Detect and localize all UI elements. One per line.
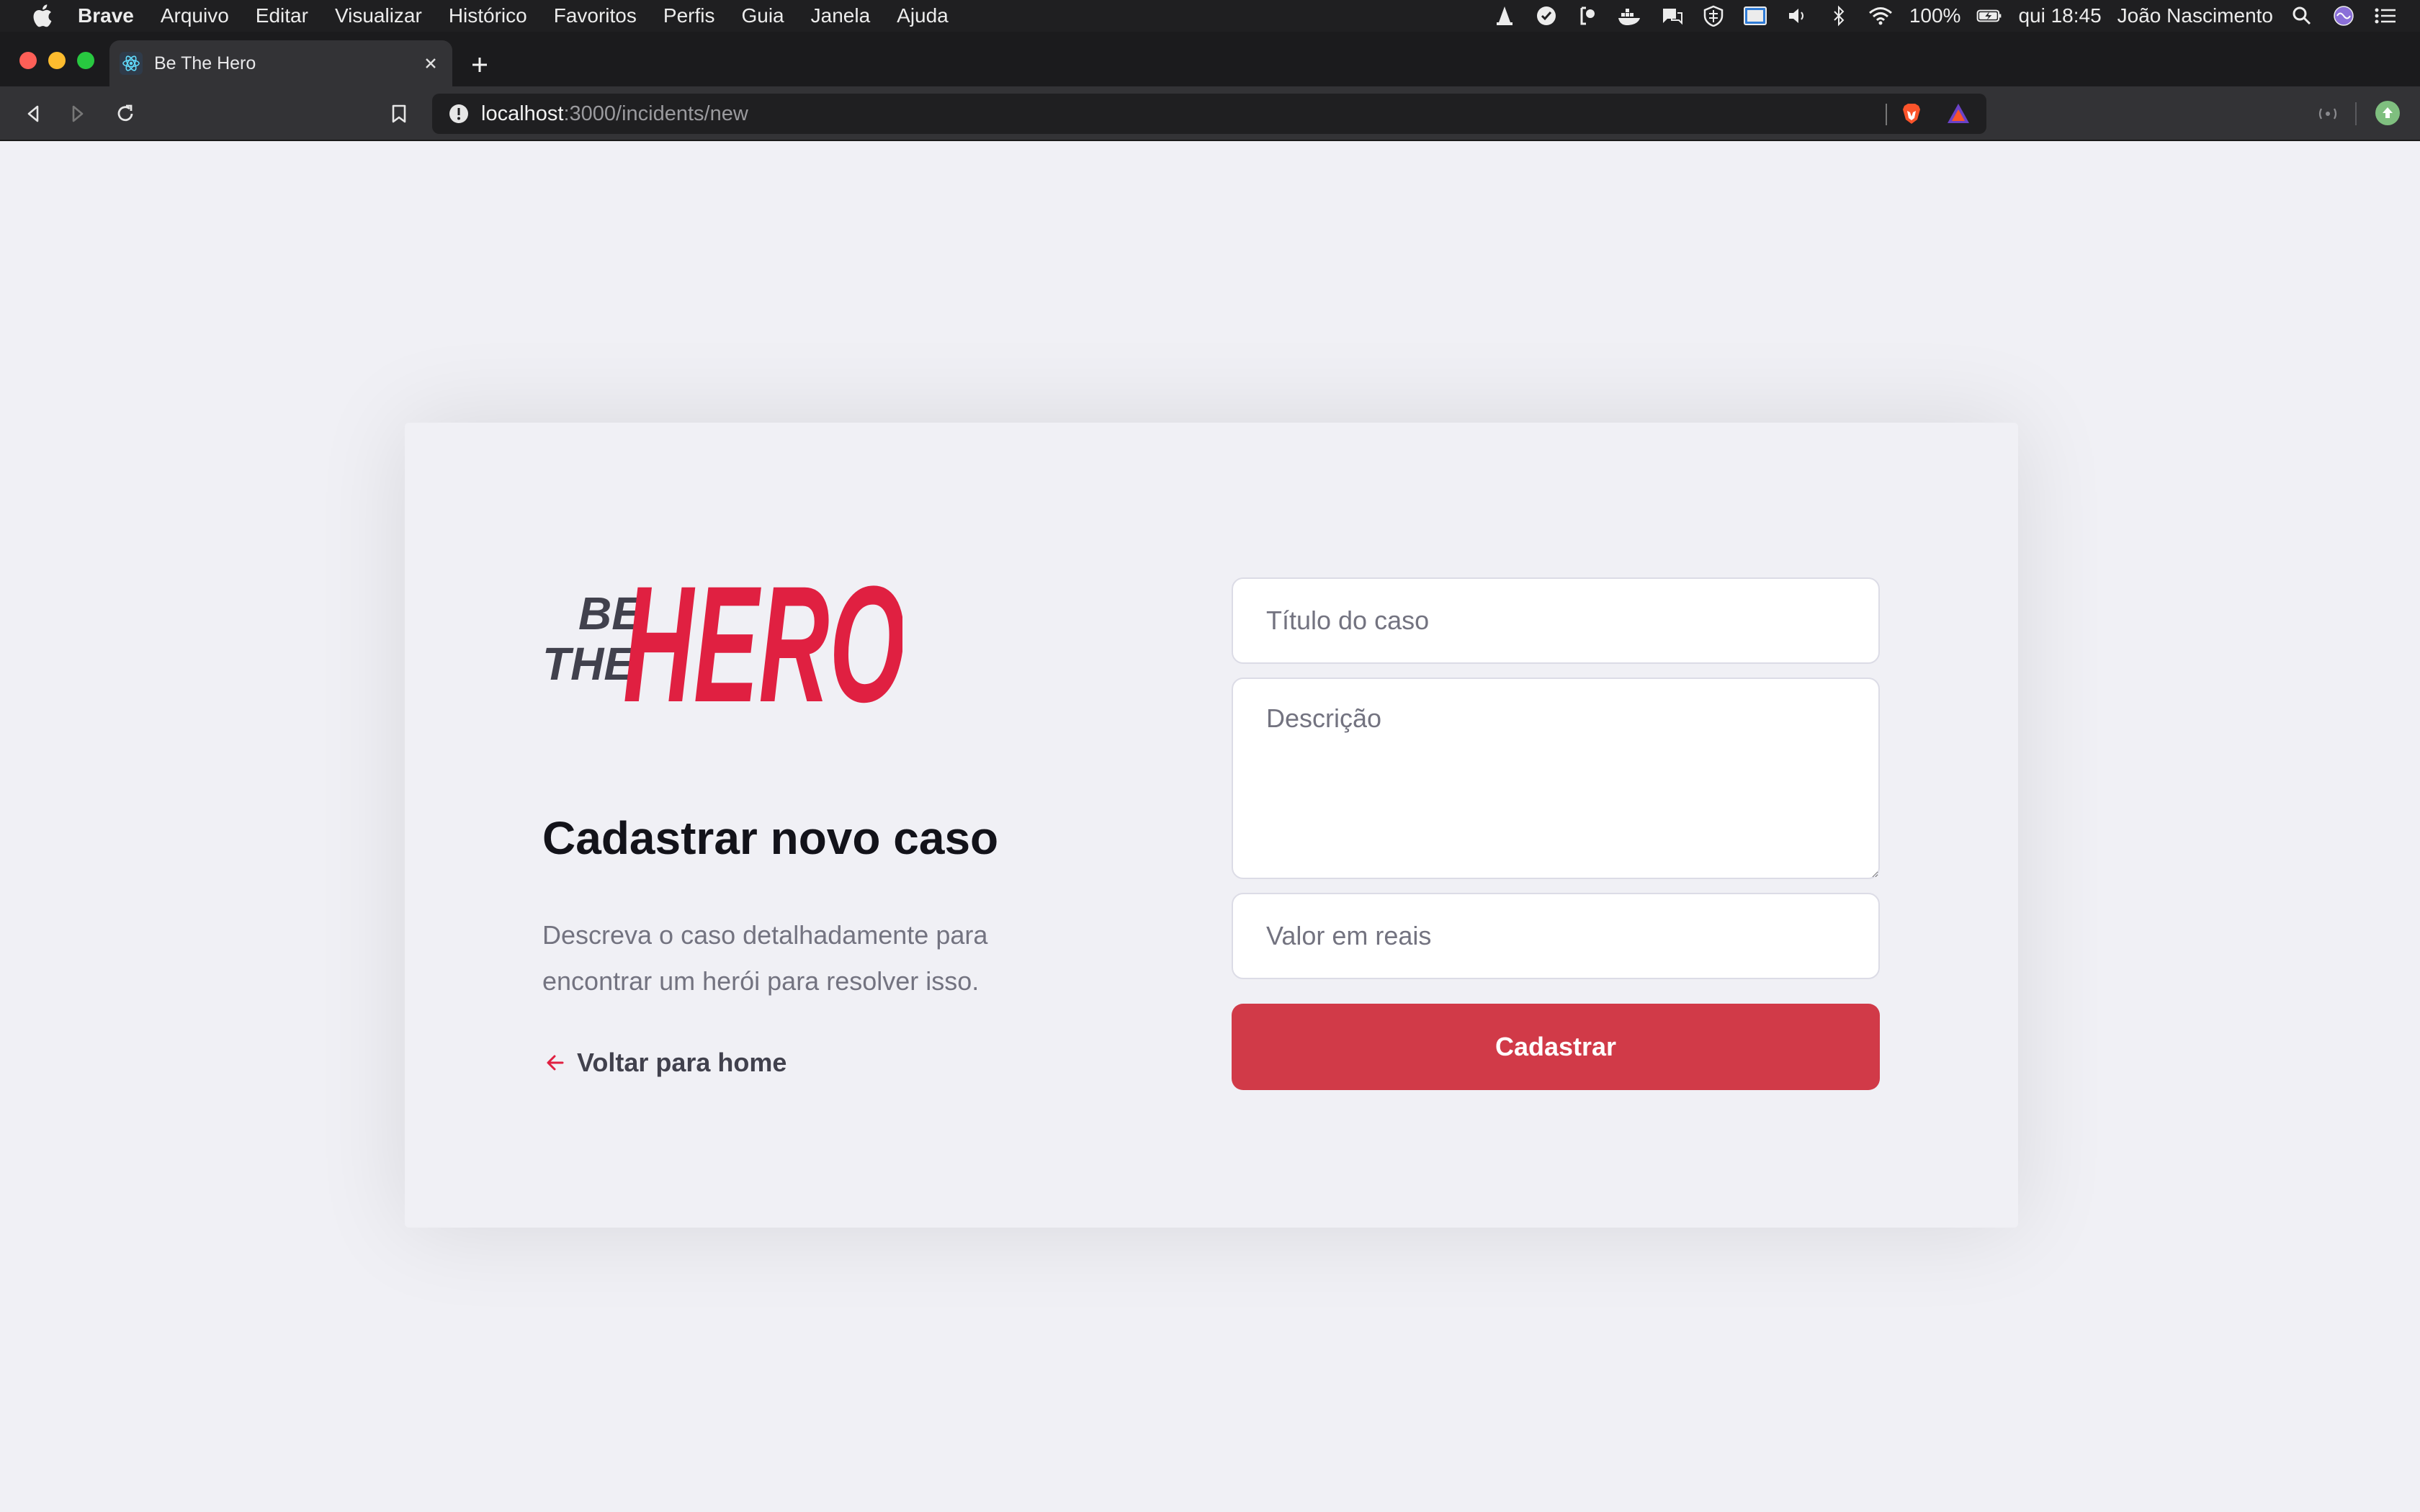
menu-guia[interactable]: Guia [741, 4, 784, 27]
page-description: Descreva o caso detalhadamente para enco… [542, 920, 988, 996]
case-description-textarea[interactable] [1232, 678, 1880, 879]
address-bar-divider [1886, 104, 1887, 125]
svg-text:HERO: HERO [623, 557, 902, 713]
bookmark-icon[interactable] [385, 99, 413, 128]
be-the-hero-logo: BE THE HERO [542, 557, 902, 713]
back-to-home-link[interactable]: Voltar para home [542, 1048, 786, 1078]
brave-shields-icon[interactable] [1900, 102, 1923, 125]
tab-title: Be The Hero [154, 53, 256, 73]
active-tab[interactable]: Be The Hero [109, 40, 452, 86]
page-title: Cadastrar novo caso [542, 812, 999, 864]
notification-center-icon[interactable] [2372, 5, 2398, 27]
toolbar-divider [2355, 102, 2357, 125]
vlc-cone-icon[interactable] [1492, 5, 1518, 27]
menu-perfis[interactable]: Perfis [663, 4, 715, 27]
new-tab-plus-icon[interactable] [465, 50, 494, 79]
siri-icon[interactable] [2331, 5, 2357, 27]
battery-charging-icon[interactable] [1976, 5, 2002, 27]
brave-rewards-icon[interactable] [1946, 102, 1971, 125]
apple-menu-icon[interactable] [27, 1, 56, 30]
back-arrow-icon[interactable] [19, 99, 48, 128]
url-path: :3000/incidents/new [563, 102, 748, 125]
window-close-button[interactable] [19, 52, 37, 69]
extension-leaf-icon[interactable] [2375, 101, 2400, 125]
arrow-left-icon [547, 1055, 564, 1071]
new-incident-card: BE THE HERO Cadastrar novo caso Descreva… [405, 423, 2018, 1228]
display-icon[interactable] [1742, 5, 1768, 27]
submit-button[interactable]: Cadastrar [1232, 1004, 1880, 1090]
extension-wallet-icon[interactable] [2315, 101, 2341, 127]
menu-editar[interactable]: Editar [256, 4, 308, 27]
menu-visualizar[interactable]: Visualizar [335, 4, 422, 27]
svg-text:THE: THE [542, 638, 636, 690]
url-host: localhost [481, 102, 564, 125]
menu-arquivo[interactable]: Arquivo [161, 4, 229, 27]
case-title-input[interactable] [1232, 577, 1880, 664]
reload-icon[interactable] [111, 99, 140, 128]
address-bar[interactable]: localhost:3000/incidents/new [432, 94, 1986, 134]
user-name[interactable]: João Nascimento [2118, 4, 2273, 27]
checkmark-badge-icon[interactable] [1533, 5, 1559, 27]
forward-arrow-icon[interactable] [63, 99, 92, 128]
back-link-label: Voltar para home [577, 1048, 787, 1077]
menu-favoritos[interactable]: Favoritos [554, 4, 637, 27]
docker-icon[interactable] [1617, 5, 1643, 27]
browser-tab-strip: Be The Hero [0, 32, 2420, 86]
window-zoom-button[interactable] [77, 52, 94, 69]
window-minimize-button[interactable] [48, 52, 66, 69]
site-info-icon[interactable] [448, 103, 470, 125]
react-favicon-icon [120, 52, 143, 75]
clock[interactable]: qui 18:45 [2018, 4, 2101, 27]
menu-app-name[interactable]: Brave [78, 4, 134, 27]
volume-icon[interactable] [1784, 5, 1810, 27]
status-area: 100% qui 18:45 João Nascimento [1492, 0, 2398, 32]
battery-percentage: 100% [1909, 4, 1961, 27]
menu-janela[interactable]: Janela [811, 4, 871, 27]
macos-menu-bar: Brave Arquivo Editar Visualizar Históric… [0, 0, 2420, 32]
shield-grid-icon[interactable] [1700, 5, 1726, 27]
wifi-icon[interactable] [1868, 5, 1894, 27]
bracket-app-icon[interactable] [1575, 5, 1601, 27]
menu-ajuda[interactable]: Ajuda [897, 4, 949, 27]
spotlight-search-icon[interactable] [2289, 5, 2315, 27]
tab-close-icon[interactable] [416, 49, 445, 78]
page-viewport: BE THE HERO Cadastrar novo caso Descreva… [0, 141, 2420, 1512]
menu-historico[interactable]: Histórico [449, 4, 527, 27]
chat-bubbles-icon[interactable] [1659, 5, 1685, 27]
case-value-input[interactable] [1232, 893, 1880, 979]
browser-toolbar: localhost:3000/incidents/new [0, 86, 2420, 141]
bluetooth-icon[interactable] [1826, 5, 1852, 27]
